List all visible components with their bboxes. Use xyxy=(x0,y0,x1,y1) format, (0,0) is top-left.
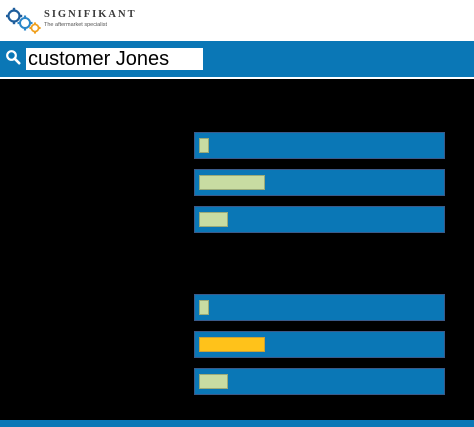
bar-fill-highlighted xyxy=(199,337,265,352)
brand-tagline: The aftermarket specialist xyxy=(44,22,107,28)
result-bar[interactable] xyxy=(194,169,445,196)
result-bar[interactable] xyxy=(194,206,445,233)
bar-fill xyxy=(199,212,228,227)
result-bar[interactable] xyxy=(194,132,445,159)
result-bar[interactable] xyxy=(194,368,445,395)
brand-logo[interactable]: SIGNIFIKANT The aftermarket specialist xyxy=(6,6,166,36)
bar-fill xyxy=(199,138,209,153)
bar-fill xyxy=(199,374,228,389)
page: SIGNIFIKANT The aftermarket specialist xyxy=(0,0,474,427)
gears-logo-icon xyxy=(6,7,41,34)
header: SIGNIFIKANT The aftermarket specialist xyxy=(0,0,474,41)
result-bar[interactable] xyxy=(194,331,445,358)
search-input[interactable] xyxy=(26,48,203,70)
bar-fill xyxy=(199,175,265,190)
result-bar[interactable] xyxy=(194,294,445,321)
bar-fill xyxy=(199,300,209,315)
search-icon[interactable] xyxy=(5,49,21,65)
divider xyxy=(0,77,474,79)
brand-name: SIGNIFIKANT xyxy=(44,9,137,20)
bottom-strip xyxy=(0,420,474,427)
